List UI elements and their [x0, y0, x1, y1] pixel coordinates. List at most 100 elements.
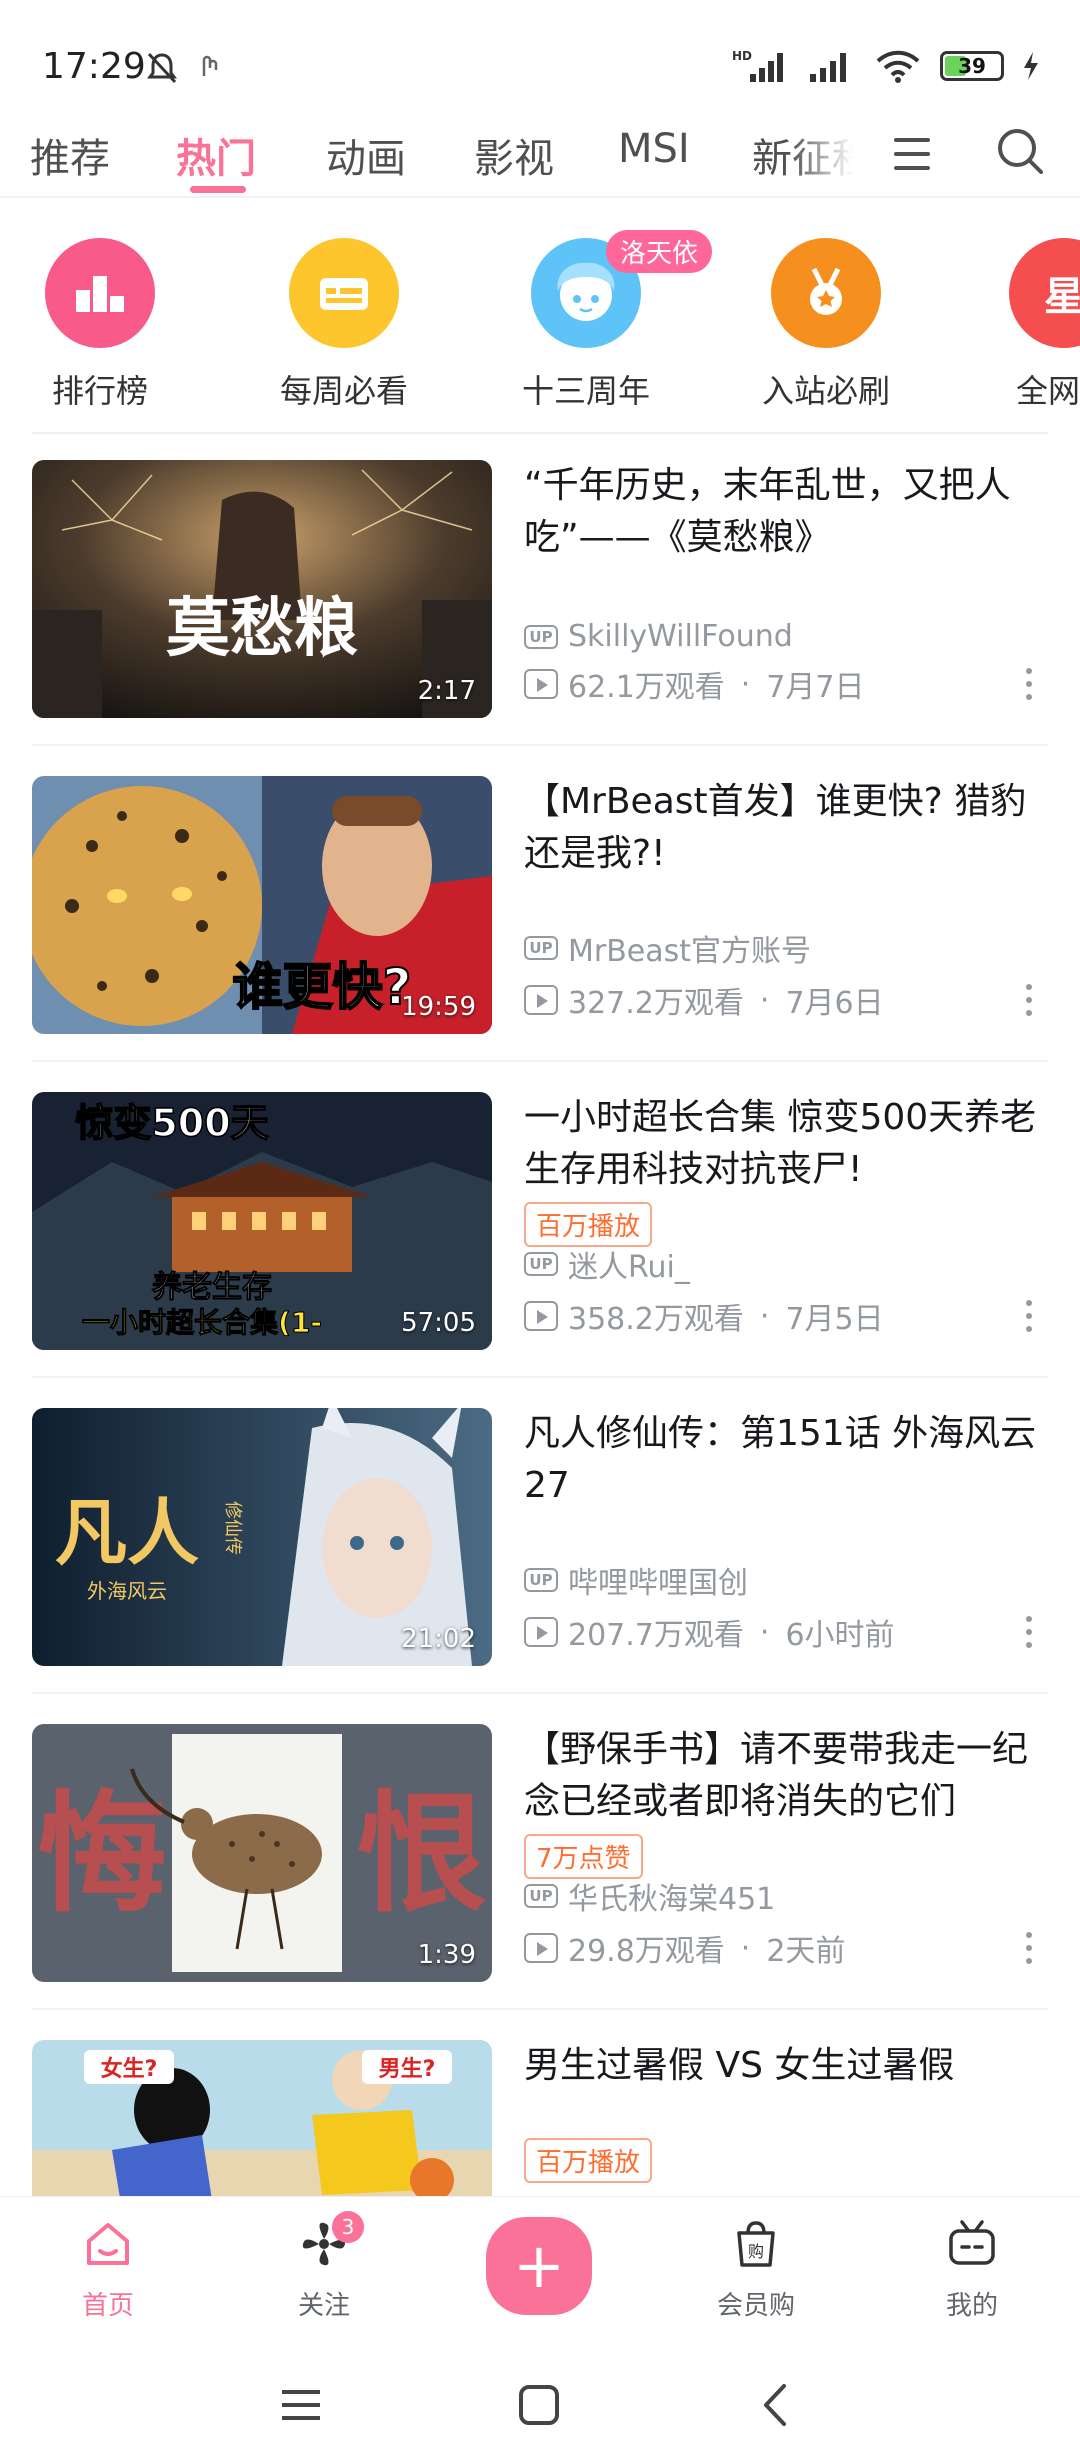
video-card[interactable]: 女生? 男生? 男生过暑假 VS 女生过暑假 百万播放 — [32, 2040, 1048, 2196]
play-count-icon — [524, 1301, 558, 1331]
video-title[interactable]: 【野保手书】请不要带我走一纪念已经或者即将消失的它们 — [524, 1724, 1044, 1828]
thumbnail-subtitle-text: 男生? — [379, 2057, 436, 2082]
uploader-row[interactable]: UP 哔哩哔哩国创 — [524, 1558, 748, 1602]
shortcut-ranking[interactable]: 排行榜 — [0, 238, 200, 412]
video-info: 【野保手书】请不要带我走一纪念已经或者即将消失的它们 7万点赞 UP 华氏秋海棠4… — [524, 1724, 1044, 1982]
nav-me[interactable]: 我的 — [912, 2217, 1032, 2322]
video-info: 男生过暑假 VS 女生过暑假 百万播放 — [524, 2040, 1044, 2196]
follow-badge: 3 — [332, 2211, 364, 2243]
star-icon: 星 — [1009, 238, 1080, 348]
shortcut-label: 全网热 — [1015, 372, 1080, 410]
thumbnail-subtitle-text: 恨 — [357, 1777, 487, 1930]
video-title[interactable]: “千年历史，末年乱世，又把人吃”——《莫愁粮》 — [524, 460, 1044, 564]
search-icon[interactable] — [995, 126, 1045, 176]
video-title[interactable]: 【MrBeast首发】谁更快? 猎豹还是我?! — [524, 776, 1044, 880]
tab-animation[interactable]: 动画 — [326, 126, 406, 184]
tab-hot[interactable]: 热门 — [176, 126, 256, 184]
stats-row: 207.7万观看 · 6小时前 — [524, 1610, 895, 1654]
up-icon: UP — [524, 936, 558, 960]
more-options-icon[interactable] — [1014, 1928, 1044, 1968]
charging-icon — [1024, 52, 1038, 80]
publish-date: 7月6日 — [785, 986, 884, 1021]
video-thumbnail[interactable]: 惊变500天 养老生存 一小时超长合集(1- 57:05 — [32, 1092, 492, 1350]
more-options-icon[interactable] — [1014, 1612, 1044, 1652]
item-divider — [32, 1692, 1048, 1694]
uploader-row[interactable]: UP 迷人Rui_ — [524, 1242, 690, 1286]
active-tab-indicator — [190, 186, 246, 193]
shortcut-divider — [32, 432, 1048, 434]
nav-label: 关注 — [297, 2291, 350, 2321]
uploader-row[interactable]: UP 华氏秋海棠451 — [524, 1874, 775, 1918]
tab-recommend[interactable]: 推荐 — [30, 126, 110, 184]
video-card[interactable]: 凡人 外海风云 修仙传 21:02 凡人修仙传：第151话 外海风云27 UP 哔… — [32, 1408, 1048, 1668]
uploader-name: 迷人Rui_ — [568, 1250, 690, 1285]
mute-bell-icon — [147, 52, 177, 84]
shortcut-label: 每周必看 — [279, 372, 408, 410]
publish-date: 6小时前 — [785, 1618, 895, 1653]
play-count-icon — [524, 669, 558, 699]
up-icon: UP — [524, 1568, 558, 1592]
more-options-icon[interactable] — [1014, 664, 1044, 704]
video-thumbnail[interactable]: 悔 恨 1:39 — [32, 1724, 492, 1982]
shortcut-must-watch[interactable]: 入站必刷 — [726, 238, 926, 412]
shortcut-anniversary[interactable]: 洛天依 十三周年 — [486, 230, 713, 412]
system-navigation-bar — [0, 2346, 1080, 2460]
gesture-icon — [202, 55, 218, 76]
category-tabs: 推荐 热门 动画 影视 MSI 新征程 — [0, 120, 1080, 200]
nav-home[interactable]: 首页 — [48, 2217, 168, 2322]
signal-icon — [810, 53, 846, 82]
battery-level: 39 — [958, 54, 986, 78]
video-card[interactable]: 悔 恨 1:39 【野保手书】请不要带我走一纪念已经或者即将消失的它们 7万点赞… — [32, 1724, 1048, 1984]
video-duration: 57:05 — [401, 1308, 476, 1338]
video-title[interactable]: 一小时超长合集 惊变500天养老生存用科技对抗丧尸! — [524, 1092, 1044, 1196]
shortcut-trending[interactable]: 星 全网热 — [964, 238, 1080, 412]
video-info: 【MrBeast首发】谁更快? 猎豹还是我?! UP MrBeast官方账号 32… — [524, 776, 1044, 1034]
back-icon[interactable] — [752, 2380, 802, 2430]
video-thumbnail[interactable]: 凡人 外海风云 修仙传 21:02 — [32, 1408, 492, 1666]
more-options-icon[interactable] — [1014, 980, 1044, 1020]
thumbnail-subtitle-text: 养老生存 — [152, 1270, 272, 1305]
thumbnail-caption-text: 修仙传 — [222, 1501, 243, 1555]
video-title[interactable]: 凡人修仙传：第151话 外海风云27 — [524, 1408, 1044, 1512]
item-divider — [32, 1060, 1048, 1062]
uploader-row[interactable]: UP SkillyWillFound — [524, 619, 793, 654]
status-icons: HD 39 — [732, 48, 1040, 84]
popularity-tag: 7万点赞 — [524, 1834, 643, 1879]
tab-film[interactable]: 影视 — [474, 126, 554, 184]
home-square-icon[interactable] — [514, 2380, 564, 2430]
view-count: 29.8万观看 — [568, 1934, 725, 1969]
thumbnail-title-text: 凡人 — [55, 1490, 199, 1575]
video-thumbnail[interactable]: 莫愁粮 2:17 — [32, 460, 492, 718]
thumbnail-title-text: 惊变500天 — [75, 1101, 268, 1145]
uploader-name: 哔哩哔哩国创 — [568, 1566, 748, 1601]
shortcut-label: 入站必刷 — [761, 372, 890, 410]
svg-text:HD: HD — [732, 49, 752, 63]
shortcut-label: 排行榜 — [51, 372, 148, 410]
nav-follow[interactable]: 3 关注 — [264, 2211, 384, 2322]
more-options-icon[interactable] — [1014, 1296, 1044, 1336]
nav-shop[interactable]: 购 会员购 — [696, 2217, 816, 2322]
nav-label: 会员购 — [716, 2291, 795, 2321]
recents-menu-icon[interactable] — [276, 2380, 326, 2430]
publish-plus-icon[interactable]: + — [486, 2217, 592, 2315]
weekly-icon — [289, 238, 399, 348]
nav-label: 首页 — [81, 2291, 134, 2321]
video-card[interactable]: 惊变500天 养老生存 一小时超长合集(1- 57:05 一小时超长合集 惊变5… — [32, 1092, 1048, 1352]
shortcut-weekly[interactable]: 每周必看 — [244, 238, 444, 412]
shortcut-row: 排行榜 每周必看 洛天依 十三周年 入站必刷 星 全网热 — [0, 210, 1080, 430]
up-icon: UP — [524, 1884, 558, 1908]
stats-row: 62.1万观看 · 7月7日 — [524, 662, 865, 706]
uploader-row[interactable]: UP MrBeast官方账号 — [524, 926, 811, 970]
menu-icon[interactable] — [890, 132, 934, 176]
video-title[interactable]: 男生过暑假 VS 女生过暑假 — [524, 2040, 1044, 2092]
play-count-icon — [524, 1617, 558, 1647]
tab-fade — [790, 120, 880, 200]
video-card[interactable]: 莫愁粮 2:17 “千年历史，末年乱世，又把人吃”——《莫愁粮》 UP Skill… — [32, 460, 1048, 720]
tv-icon — [949, 2220, 995, 2265]
tab-msi[interactable]: MSI — [618, 126, 690, 172]
video-thumbnail[interactable]: 女生? 男生? — [32, 2040, 492, 2196]
publish-date: 7月7日 — [766, 670, 865, 705]
uploader-name: 华氏秋海棠451 — [568, 1882, 776, 1917]
video-card[interactable]: 谁更快? 19:59 【MrBeast首发】谁更快? 猎豹还是我?! UP MrB… — [32, 776, 1048, 1036]
video-thumbnail[interactable]: 谁更快? 19:59 — [32, 776, 492, 1034]
